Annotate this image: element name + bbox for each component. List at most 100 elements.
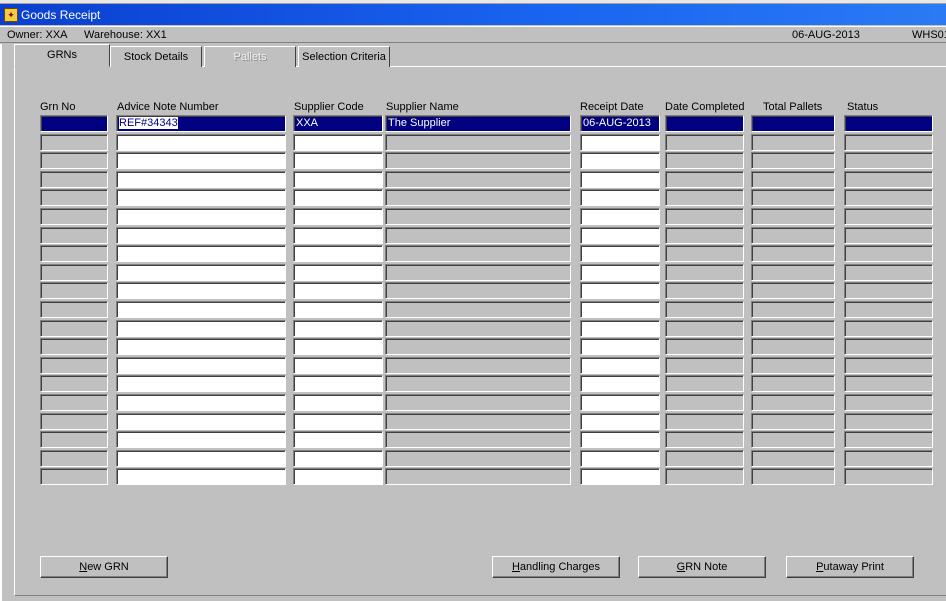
cell-supplier-code[interactable]: [293, 357, 383, 374]
cell-supplier-code[interactable]: [293, 301, 383, 318]
cell-status[interactable]: [844, 375, 933, 392]
putaway-print-button[interactable]: Putaway Print: [786, 556, 914, 578]
cell-advice-note-number[interactable]: REF#34343: [116, 115, 286, 132]
cell-grn-no[interactable]: [40, 450, 108, 467]
cell-grn-no[interactable]: [40, 134, 108, 151]
tab-stock-details[interactable]: Stock Details: [110, 46, 202, 67]
cell-receipt-date[interactable]: [580, 264, 660, 281]
cell-receipt-date[interactable]: [580, 394, 660, 411]
cell-supplier-code[interactable]: [293, 134, 383, 151]
cell-supplier-name[interactable]: [385, 357, 571, 374]
cell-supplier-name[interactable]: [385, 189, 571, 206]
cell-advice-note-number[interactable]: [116, 320, 286, 337]
cell-supplier-name[interactable]: [385, 208, 571, 225]
cell-advice-note-number[interactable]: [116, 357, 286, 374]
cell-grn-no[interactable]: [40, 227, 108, 244]
cell-grn-no[interactable]: [40, 338, 108, 355]
cell-grn-no[interactable]: [40, 431, 108, 448]
cell-supplier-code[interactable]: [293, 245, 383, 262]
cell-date-completed[interactable]: [665, 189, 744, 206]
cell-status[interactable]: [844, 357, 933, 374]
cell-advice-note-number[interactable]: [116, 375, 286, 392]
tab-selection-criteria[interactable]: Selection Criteria: [298, 46, 390, 67]
cell-status[interactable]: [844, 227, 933, 244]
cell-grn-no[interactable]: [40, 375, 108, 392]
cell-supplier-name[interactable]: [385, 171, 571, 188]
cell-total-pallets[interactable]: [751, 152, 835, 169]
cell-grn-no[interactable]: [40, 171, 108, 188]
cell-status[interactable]: [844, 152, 933, 169]
cell-date-completed[interactable]: [665, 338, 744, 355]
cell-total-pallets[interactable]: [751, 338, 835, 355]
cell-receipt-date[interactable]: [580, 301, 660, 318]
cell-date-completed[interactable]: [665, 208, 744, 225]
cell-receipt-date[interactable]: 06-AUG-2013: [580, 115, 660, 132]
cell-status[interactable]: [844, 301, 933, 318]
cell-total-pallets[interactable]: [751, 357, 835, 374]
cell-receipt-date[interactable]: [580, 413, 660, 430]
cell-grn-no[interactable]: [40, 115, 108, 132]
cell-advice-note-number[interactable]: [116, 134, 286, 151]
cell-grn-no[interactable]: [40, 152, 108, 169]
cell-status[interactable]: [844, 171, 933, 188]
cell-supplier-code[interactable]: [293, 413, 383, 430]
cell-supplier-name[interactable]: [385, 152, 571, 169]
cell-supplier-name[interactable]: [385, 227, 571, 244]
cell-grn-no[interactable]: [40, 320, 108, 337]
cell-receipt-date[interactable]: [580, 282, 660, 299]
cell-total-pallets[interactable]: [751, 375, 835, 392]
cell-total-pallets[interactable]: [751, 208, 835, 225]
cell-supplier-code[interactable]: [293, 394, 383, 411]
cell-supplier-name[interactable]: [385, 245, 571, 262]
cell-total-pallets[interactable]: [751, 468, 835, 485]
cell-total-pallets[interactable]: [751, 115, 835, 132]
cell-supplier-name[interactable]: [385, 394, 571, 411]
cell-total-pallets[interactable]: [751, 431, 835, 448]
cell-status[interactable]: [844, 431, 933, 448]
cell-supplier-name[interactable]: [385, 468, 571, 485]
cell-date-completed[interactable]: [665, 431, 744, 448]
cell-receipt-date[interactable]: [580, 357, 660, 374]
cell-supplier-name[interactable]: [385, 375, 571, 392]
cell-supplier-name[interactable]: [385, 134, 571, 151]
cell-date-completed[interactable]: [665, 394, 744, 411]
cell-receipt-date[interactable]: [580, 171, 660, 188]
cell-receipt-date[interactable]: [580, 338, 660, 355]
cell-date-completed[interactable]: [665, 375, 744, 392]
cell-total-pallets[interactable]: [751, 282, 835, 299]
cell-grn-no[interactable]: [40, 413, 108, 430]
cell-receipt-date[interactable]: [580, 189, 660, 206]
cell-date-completed[interactable]: [665, 134, 744, 151]
cell-advice-note-number[interactable]: [116, 264, 286, 281]
cell-supplier-code[interactable]: [293, 189, 383, 206]
cell-total-pallets[interactable]: [751, 171, 835, 188]
cell-supplier-code[interactable]: [293, 320, 383, 337]
cell-grn-no[interactable]: [40, 394, 108, 411]
cell-date-completed[interactable]: [665, 320, 744, 337]
cell-receipt-date[interactable]: [580, 468, 660, 485]
cell-total-pallets[interactable]: [751, 134, 835, 151]
cell-supplier-code[interactable]: [293, 171, 383, 188]
cell-advice-note-number[interactable]: [116, 468, 286, 485]
cell-supplier-code[interactable]: [293, 450, 383, 467]
cell-grn-no[interactable]: [40, 357, 108, 374]
title-bar[interactable]: ✦ Goods Receipt: [0, 4, 946, 25]
cell-supplier-name[interactable]: [385, 320, 571, 337]
cell-total-pallets[interactable]: [751, 413, 835, 430]
cell-date-completed[interactable]: [665, 282, 744, 299]
cell-supplier-name[interactable]: [385, 264, 571, 281]
cell-status[interactable]: [844, 450, 933, 467]
cell-date-completed[interactable]: [665, 357, 744, 374]
cell-supplier-name[interactable]: [385, 301, 571, 318]
cell-grn-no[interactable]: [40, 208, 108, 225]
cell-advice-note-number[interactable]: [116, 450, 286, 467]
cell-date-completed[interactable]: [665, 450, 744, 467]
handling-charges-button[interactable]: Handling Charges: [492, 556, 620, 578]
cell-supplier-name[interactable]: [385, 431, 571, 448]
cell-receipt-date[interactable]: [580, 320, 660, 337]
cell-date-completed[interactable]: [665, 152, 744, 169]
cell-date-completed[interactable]: [665, 171, 744, 188]
cell-receipt-date[interactable]: [580, 245, 660, 262]
cell-receipt-date[interactable]: [580, 450, 660, 467]
cell-supplier-code[interactable]: [293, 152, 383, 169]
